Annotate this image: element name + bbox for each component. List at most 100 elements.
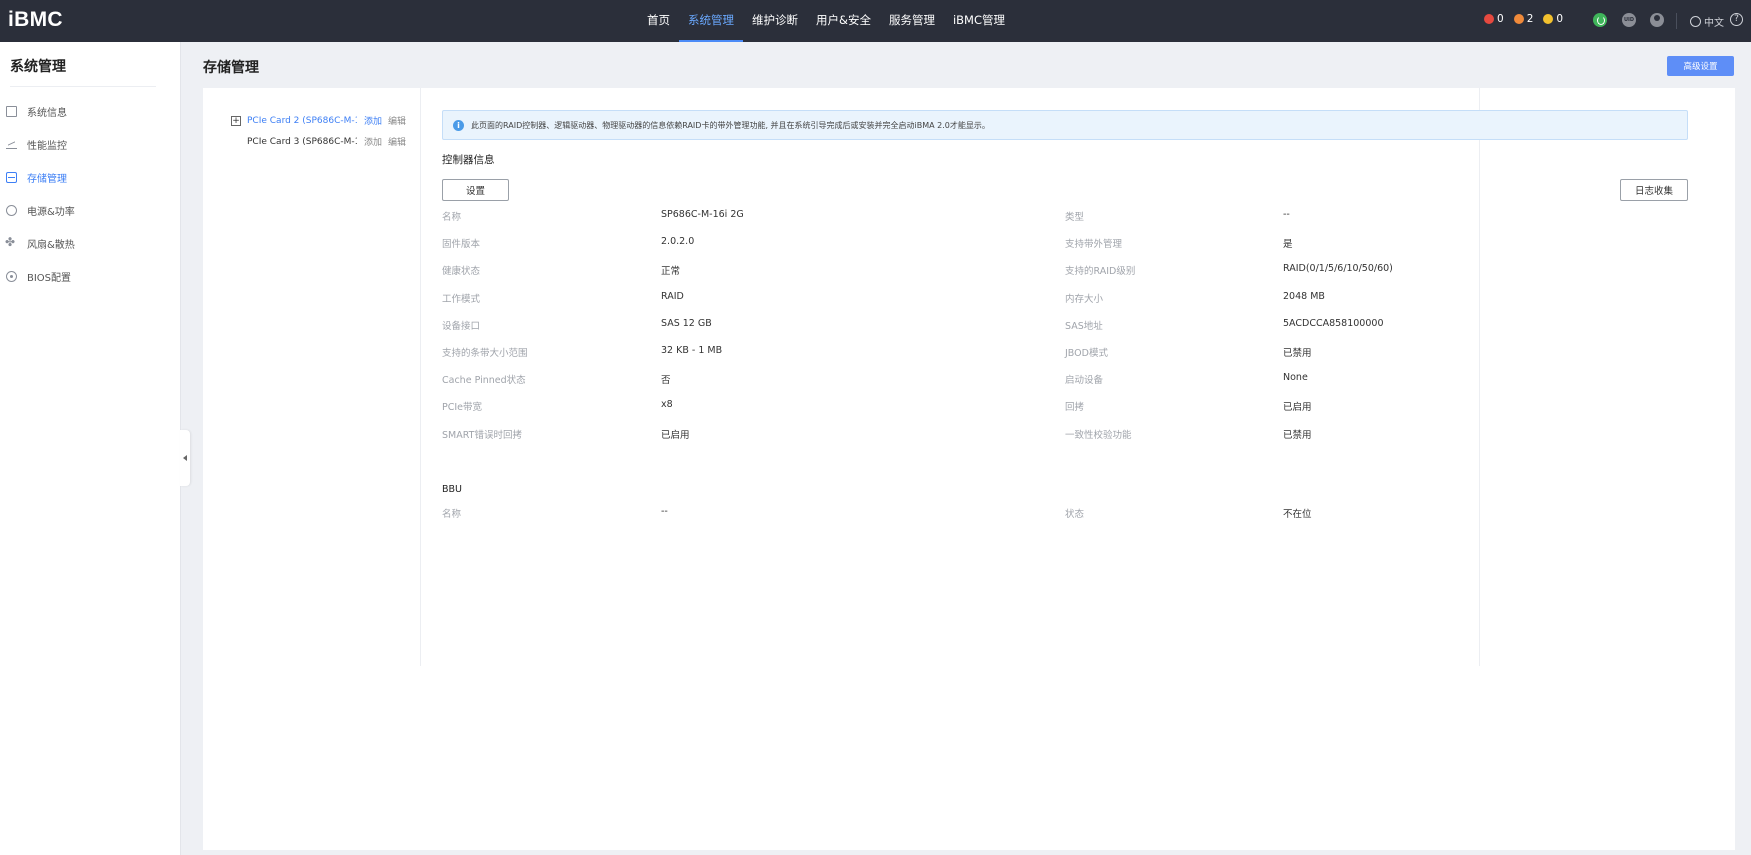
sidebar-item-bios[interactable]: BIOS配置 <box>6 269 71 284</box>
notice-text: 此页面的RAID控制器、逻辑驱动器、物理驱动器的信息依赖RAID卡的带外管理功能… <box>471 120 990 130</box>
tree-item-label[interactable]: PCIe Card 2 (SP686C-M-1... <box>247 116 357 126</box>
nav-ibmc-management[interactable]: iBMC管理 <box>944 0 1014 42</box>
edit-link[interactable]: 编辑 <box>388 114 406 127</box>
expand-icon[interactable]: + <box>231 115 241 126</box>
advanced-settings-button[interactable]: 高级设置 <box>1667 56 1734 76</box>
fan-icon <box>5 235 17 249</box>
critical-alarm[interactable]: 0 <box>1484 13 1504 25</box>
major-alarm-count: 2 <box>1526 13 1534 25</box>
sidebar-divider <box>10 86 156 87</box>
storage-icon <box>6 172 17 183</box>
sidebar-collapse-handle[interactable] <box>180 430 190 486</box>
sidebar-item-label: 风扇&散热 <box>27 240 75 251</box>
property-value: 已禁用 <box>1283 429 1312 441</box>
critical-alarm-count: 0 <box>1497 13 1504 25</box>
log-collect-button[interactable]: 日志收集 <box>1620 179 1688 201</box>
property-value: x8 <box>661 399 673 411</box>
uid-icon[interactable]: UID <box>1622 13 1636 27</box>
bios-icon <box>6 271 17 282</box>
page-title: 存储管理 <box>203 60 259 76</box>
info-notice: i 此页面的RAID控制器、逻辑驱动器、物理驱动器的信息依赖RAID卡的带外管理… <box>442 110 1688 140</box>
sidebar-item-fan[interactable]: 风扇&散热 <box>5 235 75 251</box>
add-link[interactable]: 添加 <box>364 114 382 127</box>
major-alarm-icon <box>1513 14 1524 24</box>
bbu-status-value: 不在位 <box>1283 509 1312 520</box>
main-nav: 首页 系统管理 维护诊断 用户&安全 服务管理 iBMC管理 <box>638 0 1014 42</box>
sidebar-item-label: 性能监控 <box>27 141 67 152</box>
language-switch[interactable]: 中文 <box>1690 14 1724 29</box>
property-value: 2.0.2.0 <box>661 236 695 248</box>
property-value: 2048 MB <box>1283 290 1325 302</box>
bbu-name-value: -- <box>661 506 668 517</box>
sidebar-item-power[interactable]: 电源&功率 <box>6 203 75 218</box>
property-label: 支持的RAID级别 <box>1065 266 1136 278</box>
sidebar-item-label: 存储管理 <box>27 174 67 185</box>
sidebar-item-label: 系统信息 <box>27 108 67 119</box>
property-value: 5ACDCCA858100000 <box>1283 317 1384 329</box>
sidebar: 系统管理 系统信息 性能监控 存储管理 电源&功率 风扇&散热 BIOS配置 <box>0 42 181 855</box>
property-value: RAID <box>661 290 684 302</box>
property-value: RAID(0/1/5/6/10/50/60) <box>1283 263 1393 275</box>
nav-system-management[interactable]: 系统管理 <box>679 0 743 42</box>
property-value: 已启用 <box>1283 402 1312 414</box>
sidebar-item-label: 电源&功率 <box>27 207 75 218</box>
top-bar: iBMC 首页 系统管理 维护诊断 用户&安全 服务管理 iBMC管理 0 2 … <box>0 0 1751 42</box>
bbu-title: BBU <box>442 484 462 495</box>
minor-alarm-icon <box>1543 14 1554 24</box>
sidebar-title: 系统管理 <box>10 59 66 75</box>
property-value: -- <box>1283 209 1290 220</box>
alarm-summary: 0 2 0 <box>1484 13 1563 25</box>
property-label: 启动设备 <box>1065 375 1104 387</box>
nav-maintenance[interactable]: 维护诊断 <box>743 0 807 42</box>
property-value: SAS 12 GB <box>661 317 712 329</box>
property-label: SMART错误时回拷 <box>442 429 522 441</box>
controller-info-title: 控制器信息 <box>442 154 495 166</box>
ibmc-logo[interactable]: iBMC <box>8 8 63 32</box>
info-icon <box>6 106 17 117</box>
sidebar-item-storage[interactable]: 存储管理 <box>6 170 67 185</box>
critical-alarm-icon <box>1484 14 1494 24</box>
minor-alarm[interactable]: 0 <box>1543 13 1563 25</box>
property-label: 一致性校验功能 <box>1065 429 1132 441</box>
property-value: 已启用 <box>661 429 690 441</box>
property-value: 正常 <box>661 266 681 278</box>
topbar-divider <box>1676 13 1677 29</box>
tree-divider <box>420 88 421 666</box>
tree-item-label[interactable]: PCIe Card 3 (SP686C-M-1... <box>247 137 357 147</box>
settings-button[interactable]: 设置 <box>442 179 509 201</box>
globe-icon <box>1690 16 1701 27</box>
help-icon[interactable]: ? <box>1730 13 1743 26</box>
info-circle-icon: i <box>453 119 464 131</box>
language-label: 中文 <box>1704 18 1724 29</box>
property-label: 内存大小 <box>1065 293 1104 305</box>
tree-item-pcie-card-3[interactable]: PCIe Card 3 (SP686C-M-1... 添加 编辑 <box>231 135 406 149</box>
nav-user-security[interactable]: 用户&安全 <box>807 0 880 42</box>
sidebar-item-performance[interactable]: 性能监控 <box>6 137 67 152</box>
property-label: 设备接口 <box>442 320 481 332</box>
sidebar-item-system-info[interactable]: 系统信息 <box>6 104 67 119</box>
power-icon[interactable] <box>1593 13 1607 27</box>
chart-icon <box>6 139 17 150</box>
add-link[interactable]: 添加 <box>364 135 382 148</box>
power-icon <box>6 205 17 216</box>
property-label: 名称 <box>442 212 462 223</box>
nav-services[interactable]: 服务管理 <box>880 0 944 42</box>
property-value: SP686C-M-16i 2G <box>661 209 744 220</box>
user-icon[interactable] <box>1650 13 1664 27</box>
tree-item-pcie-card-2[interactable]: + PCIe Card 2 (SP686C-M-1... 添加 编辑 <box>231 114 406 127</box>
property-value: 32 KB - 1 MB <box>661 345 723 356</box>
property-label: Cache Pinned状态 <box>442 375 526 387</box>
nav-home[interactable]: 首页 <box>638 0 679 42</box>
edit-link[interactable]: 编辑 <box>388 135 406 148</box>
property-label: 健康状态 <box>442 266 481 278</box>
major-alarm[interactable]: 2 <box>1513 13 1534 25</box>
property-value: None <box>1283 372 1308 384</box>
sidebar-item-label: BIOS配置 <box>27 273 72 284</box>
property-label: PCIe带宽 <box>442 402 483 414</box>
main-panel: + PCIe Card 2 (SP686C-M-1... 添加 编辑 PCIe … <box>203 88 1735 850</box>
minor-alarm-count: 0 <box>1556 13 1564 25</box>
property-label: 回拷 <box>1065 402 1085 414</box>
property-label: 支持的条带大小范围 <box>442 348 528 359</box>
property-value: 否 <box>661 375 671 387</box>
bbu-status-label: 状态 <box>1065 509 1085 520</box>
